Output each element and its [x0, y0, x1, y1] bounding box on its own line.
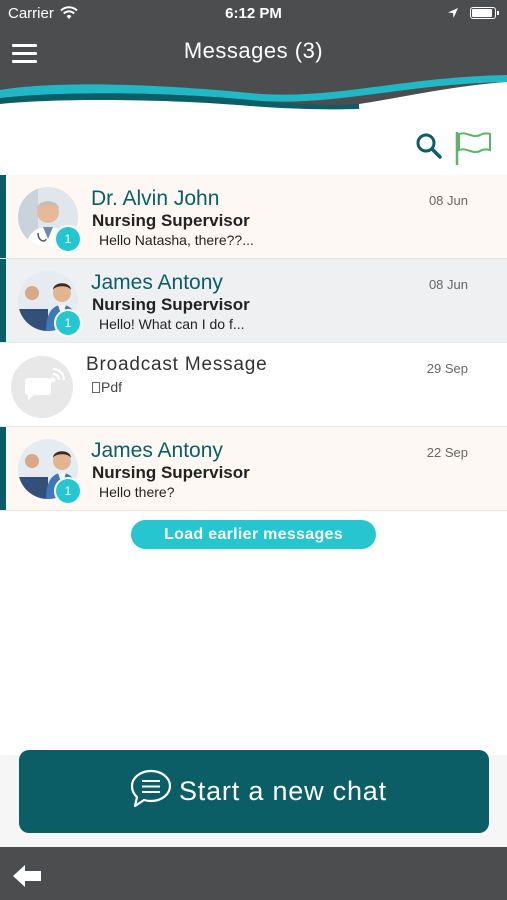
contact-name: James Antony — [91, 271, 223, 294]
message-preview: Hello there? — [99, 484, 175, 500]
unread-count-badge: 1 — [54, 309, 82, 337]
header-wave-decoration — [0, 68, 507, 115]
page-title: Messages (3) — [183, 38, 324, 63]
broadcast-avatar — [11, 356, 73, 418]
start-new-chat-label: Start a new chat — [179, 776, 387, 806]
start-new-chat-button[interactable]: Start a new chat — [19, 750, 489, 833]
file-icon — [92, 382, 100, 393]
unread-count-badge: 1 — [54, 477, 82, 505]
battery-level — [472, 9, 492, 17]
unread-indicator — [0, 259, 6, 342]
bottom-bar — [0, 847, 507, 900]
conversation-row[interactable]: 1 Dr. Alvin John Nursing Supervisor Hell… — [0, 175, 507, 259]
contact-role: Nursing Supervisor — [92, 463, 250, 482]
load-earlier-button[interactable]: Load earlier messages — [131, 520, 376, 549]
clock: 6:12 PM — [225, 5, 282, 22]
message-preview: Hello! What can I do f... — [99, 316, 245, 332]
conversation-row[interactable]: 1 James Antony Nursing Supervisor Hello!… — [0, 259, 507, 343]
location-arrow-icon — [448, 8, 458, 18]
status-bar: Carrier 6:12 PM — [0, 0, 507, 30]
battery-icon — [470, 7, 499, 19]
conversation-row[interactable]: Broadcast Message Pdf 29 Sep — [0, 343, 507, 427]
attachment-label: Pdf — [101, 379, 123, 395]
app-header: Messages (3) — [0, 30, 507, 115]
message-date: 08 Jun — [428, 277, 468, 292]
attachment-preview: Pdf — [92, 379, 122, 395]
unread-count-badge: 1 — [54, 225, 82, 253]
unread-indicator — [0, 427, 6, 510]
message-date: 29 Sep — [426, 361, 468, 376]
contact-role: Nursing Supervisor — [92, 295, 250, 314]
search-icon[interactable] — [415, 132, 443, 160]
conversation-row[interactable]: 1 James Antony Nursing Supervisor Hello … — [0, 427, 507, 511]
contact-role: Nursing Supervisor — [92, 211, 250, 230]
broadcast-icon — [25, 368, 65, 400]
contact-name: Dr. Alvin John — [91, 187, 220, 210]
conversation-list: 1 Dr. Alvin John Nursing Supervisor Hell… — [0, 175, 507, 511]
message-date: 08 Jun — [428, 193, 468, 208]
unread-indicator — [0, 175, 6, 258]
message-date: 22 Sep — [426, 445, 468, 460]
chat-bubble-icon — [130, 769, 172, 808]
contact-name: James Antony — [91, 439, 223, 462]
back-arrow-icon[interactable] — [12, 864, 42, 888]
flag-icon[interactable] — [453, 130, 493, 166]
message-preview: Hello Natasha, there??... — [99, 232, 254, 248]
contact-name: Broadcast Message — [86, 354, 268, 375]
